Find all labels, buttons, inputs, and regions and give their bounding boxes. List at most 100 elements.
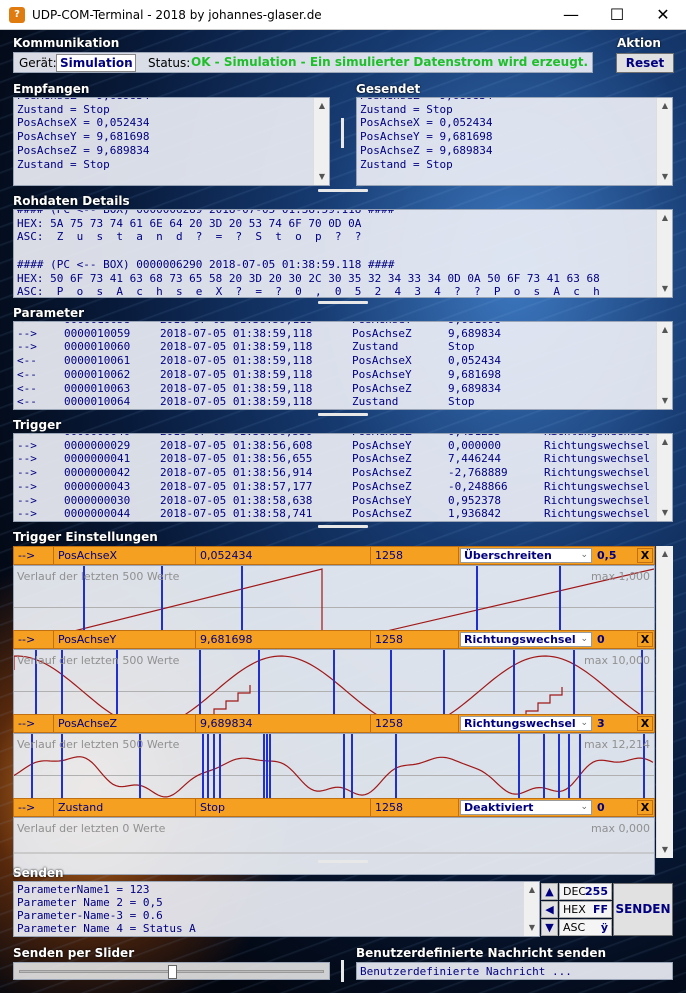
empfangen-text: PosAchseZ = 9,689834Zustand = StopPosAch… [14,98,329,172]
scroll-down-icon[interactable]: ▼ [657,505,672,521]
table-cell: --> [17,493,37,507]
parameter-scrollbar[interactable]: ▲ ▼ [656,322,672,409]
empfangen-scrollbar[interactable]: ▲ ▼ [313,98,329,185]
scroll-up-icon[interactable]: ▲ [657,434,672,450]
table-cell: Richtungswechsel [544,493,650,507]
table-cell: 2018-07-05 01:38:56,655 [160,452,313,466]
table-cell: 0000010060 [64,340,131,354]
plot-label: Verlauf der letzten 500 Werte [17,738,180,751]
trigger-mode-select[interactable]: Richtungswechsel ⌄ [460,632,592,647]
table-cell: PosAchseY [352,322,412,326]
splitter-handle[interactable] [318,413,368,416]
plot-min [647,859,651,872]
table-cell: <-- [17,354,37,368]
remove-trigger-button[interactable]: X [637,548,653,563]
scroll-up-icon[interactable]: ▲ [314,98,329,114]
asc-field[interactable]: ASC ÿ [559,919,612,936]
section-kommunikation: Kommunikation [13,36,120,50]
vertical-splitter[interactable] [341,960,344,982]
scroll-down-icon[interactable]: ▼ [657,393,672,409]
scroll-up-icon[interactable]: ▲ [657,210,672,226]
rohdaten-scrollbar[interactable]: ▲ ▼ [656,210,672,297]
asc-label: ASC [563,921,586,934]
splitter-handle[interactable] [318,189,368,192]
gesendet-textbox[interactable]: PosAchseZ = 9,689834Zustand = StopPosAch… [356,97,673,186]
increment-button[interactable]: ▲ [541,883,558,900]
trigger-mode-select[interactable]: Deaktiviert ⌄ [460,800,592,815]
trigger-mode-value: Deaktiviert [464,801,534,814]
history-curve [14,756,654,798]
trigger-list[interactable]: --> 0000000040 2018-07-05 01:38:56,530 PosA… [13,433,673,522]
scroll-up-icon[interactable]: ▲ [657,546,673,562]
section-slider: Senden per Slider [13,946,135,960]
scroll-down-icon[interactable]: ▼ [314,169,329,185]
trigger-count: 1258 [371,547,459,564]
slider-track-box[interactable] [13,962,330,980]
gesendet-scrollbar[interactable]: ▲ ▼ [656,98,672,185]
vertical-splitter[interactable] [341,118,344,148]
table-cell: 0,000000 [448,438,501,452]
text-line: #### (PC <-- BOX) 0000006290 2018-07-05 … [17,257,395,271]
scroll-up-icon[interactable]: ▲ [524,882,539,898]
dec-field[interactable]: DEC 255 [559,883,612,900]
scroll-down-icon[interactable]: ▼ [657,842,673,858]
rohdaten-textbox[interactable]: #### (PC <-- BOX) 0000006289 2018-07-05 … [13,209,673,298]
send-button[interactable]: SENDEN [613,883,673,936]
trigger-mode-select[interactable]: Richtungswechsel ⌄ [460,716,592,731]
close-button[interactable]: ✕ [640,0,686,30]
minimize-button[interactable]: — [548,0,594,30]
trigger-mode-select[interactable]: Überschreiten ⌄ [460,548,592,563]
table-cell: --> [17,466,37,480]
slider-thumb[interactable] [167,965,177,979]
trigger-setting-row: --> Zustand Stop 1258 Deaktiviert ⌄ 0 X [13,798,655,817]
senden-scrollbar[interactable]: ▲ ▼ [523,882,539,936]
trigger-threshold-input[interactable]: 3 [594,715,634,732]
scroll-up-icon[interactable]: ▲ [657,322,672,338]
trigger-settings-scrollbar[interactable]: ▲ ▼ [656,546,673,858]
chevron-down-icon: ⌄ [580,718,588,728]
maximize-button[interactable]: ☐ [594,0,640,30]
left-arrow-button[interactable]: ◀ [541,901,558,918]
scroll-down-icon[interactable]: ▼ [657,281,672,297]
table-cell: --> [17,438,37,452]
scroll-down-icon[interactable]: ▼ [524,920,539,936]
geraet-select[interactable]: Simulation ⌄ [56,54,136,72]
splitter-handle[interactable] [318,525,368,528]
hex-field[interactable]: HEX FF [559,901,612,918]
trigger-threshold-input[interactable]: 0,5 [594,547,634,564]
reset-button[interactable]: Reset [616,53,674,73]
decrement-button[interactable]: ▼ [541,919,558,936]
table-cell: 0000000040 [64,434,130,438]
table-cell: <-- [17,367,37,381]
table-cell: 0000010058 [64,322,130,326]
table-cell: -0,248866 [448,479,508,493]
plot-label: Verlauf der letzten 500 Werte [17,570,180,583]
remove-trigger-button[interactable]: X [637,800,653,815]
remove-trigger-button[interactable]: X [637,716,653,731]
chevron-down-icon: ⌄ [124,58,132,68]
parameter-list[interactable]: <-- 0000010058 2018-07-05 01:38:59,118 PosA… [13,321,673,410]
empfangen-textbox[interactable]: PosAchseZ = 9,689834Zustand = StopPosAch… [13,97,330,186]
remove-trigger-button[interactable]: X [637,632,653,647]
trigger-threshold-input[interactable]: 0 [594,799,634,816]
table-cell: PosAchseZ [352,466,412,480]
senden-textbox[interactable]: ParameterName1 = 123 Parameter Name 2 = 0… [13,881,540,937]
table-cell: 2018-07-05 01:38:58,741 [160,507,313,521]
custom-message-input[interactable]: Benutzerdefinierte Nachricht ... [356,962,673,980]
table-cell: PosAchseY [352,367,412,381]
scroll-down-icon[interactable]: ▼ [657,169,672,185]
table-cell: 9,689834 [448,381,501,395]
trigger-direction: --> [14,715,54,732]
splitter-handle[interactable] [318,860,368,863]
scroll-up-icon[interactable]: ▲ [657,98,672,114]
table-cell: 1,936842 [448,507,501,521]
splitter-handle[interactable] [318,301,368,304]
plot-max: max 0,000 [591,822,650,835]
trigger-scrollbar[interactable]: ▲ ▼ [656,434,672,521]
table-cell: 0000010059 [64,326,131,340]
text-line: PosAchseY = 9,681698 [360,130,493,144]
table-cell: 2018-07-05 01:38:59,118 [160,326,313,340]
table-cell: --> [17,340,37,354]
trigger-setting-row: --> PosAchseY 9,681698 1258 Richtungswechsel… [13,630,655,649]
trigger-threshold-input[interactable]: 0 [594,631,634,648]
